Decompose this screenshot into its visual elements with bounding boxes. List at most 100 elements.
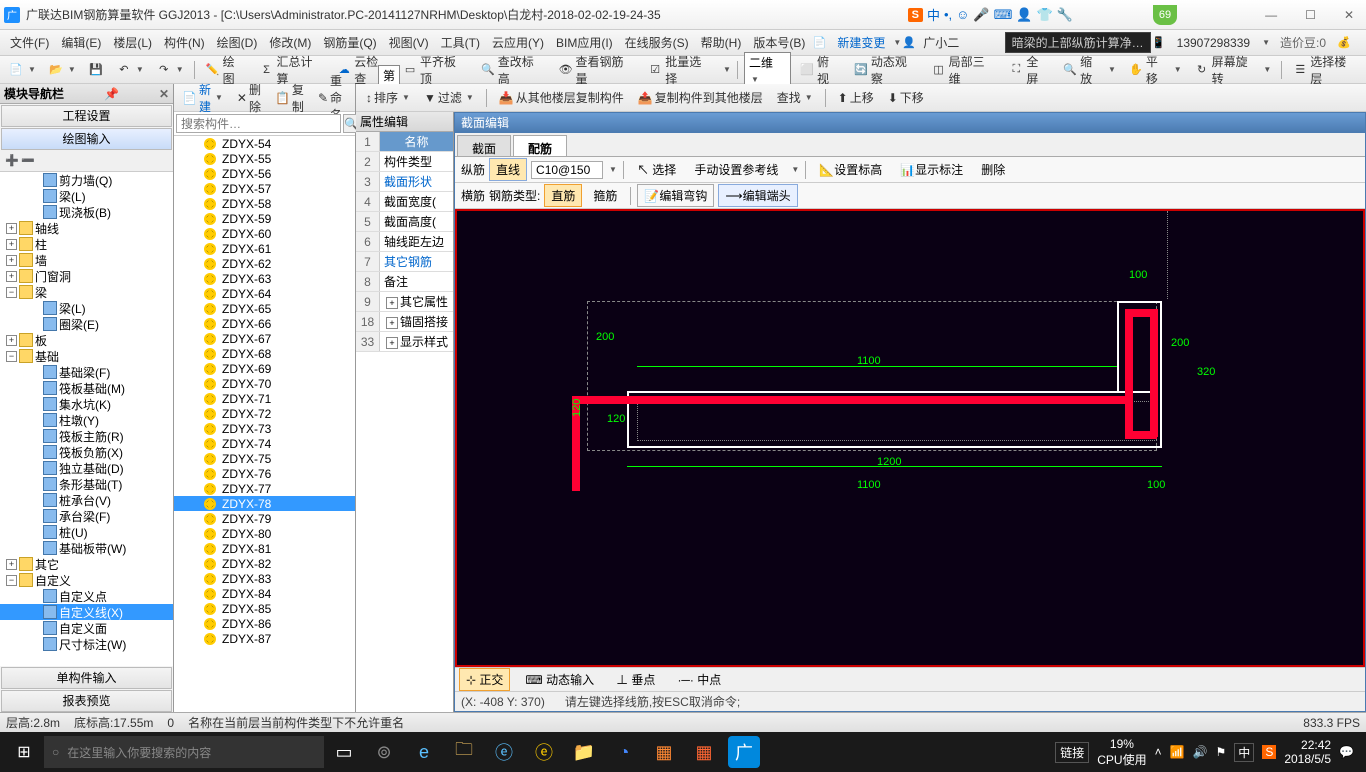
list-item[interactable]: ZDYX-60 [174,226,355,241]
tree-item[interactable]: +板 [0,332,173,348]
tree-item[interactable]: 自定义点 [0,588,173,604]
task-ie-icon[interactable]: ⓔ [484,732,524,772]
tree-item[interactable]: 剪力墙(Q) [0,172,173,188]
list-item[interactable]: ZDYX-64 [174,286,355,301]
task-app3-icon[interactable]: ▦ [644,732,684,772]
bean-icon[interactable]: 💰 [1336,35,1352,51]
straight-button[interactable]: 直筋 [544,184,582,207]
tree-item[interactable]: 条形基础(T) [0,476,173,492]
top-view-button[interactable]: ⬜俯视 [795,51,845,89]
sort-button[interactable]: ↕排序▼ [362,87,414,108]
filter-button[interactable]: ▼过滤▼ [420,87,478,108]
copy-from-floor-button[interactable]: 📥从其他楼层复制构件 [495,87,628,108]
list-item[interactable]: ZDYX-84 [174,586,355,601]
tree-item[interactable]: +轴线 [0,220,173,236]
list-item[interactable]: ZDYX-79 [174,511,355,526]
tree-item[interactable]: 筏板负筋(X) [0,444,173,460]
menu-floor[interactable]: 楼层(L) [107,31,158,54]
ime-punct-icon[interactable]: •, [944,7,952,22]
menu-file[interactable]: 文件(F) [4,31,55,54]
minimize-button[interactable]: — [1257,6,1285,24]
pin-icon[interactable]: 📌 [104,87,119,101]
list-item[interactable]: ZDYX-66 [174,316,355,331]
chevron-down-icon[interactable]: ▼ [791,165,799,174]
start-button[interactable]: ⊞ [4,732,44,772]
list-item[interactable]: ZDYX-80 [174,526,355,541]
nav-section-draw[interactable]: 绘图输入 [1,128,172,150]
list-item[interactable]: ZDYX-63 [174,271,355,286]
property-row[interactable]: 5截面高度( [356,212,453,232]
task-app2-icon[interactable]: ◔ [604,732,644,772]
property-row[interactable]: 6轴线距左边 [356,232,453,252]
ime-badge[interactable]: S [908,8,923,22]
list-item[interactable]: ZDYX-78 [174,496,355,511]
find-button[interactable]: 查找▼ [773,87,817,108]
select-button[interactable]: ↖ 选择 [630,158,683,181]
align-slab-button[interactable]: ▭平齐板顶 [398,51,472,89]
ime-mic-icon[interactable]: 🎤 [973,7,989,23]
tray-ime[interactable]: 中 [1234,743,1254,762]
new-file-button[interactable]: 📄▼ [4,60,40,80]
move-up-button[interactable]: ⬆上移 [834,87,878,108]
property-row[interactable]: 9+其它属性 [356,292,453,312]
tray-clock[interactable]: 22:42 2018/5/5 [1284,738,1331,767]
redo-button[interactable]: ↷▼ [152,60,188,80]
tree-item[interactable]: 基础梁(F) [0,364,173,380]
property-row[interactable]: 33+显示样式 [356,332,453,352]
nav-section-report[interactable]: 报表预览 [1,690,172,712]
orbit-button[interactable]: 🔄动态观察 [849,51,923,89]
ime-cn[interactable]: 中 [927,5,940,24]
cpu-widget[interactable]: 19% CPU使用 [1097,737,1146,768]
pan-button[interactable]: ✋平移▼ [1124,51,1186,89]
list-item[interactable]: ZDYX-57 [174,181,355,196]
show-dim-button[interactable]: 📊显示标注 [893,158,970,181]
rotate-button[interactable]: ↻屏幕旋转▼ [1190,51,1276,89]
manual-ref-button[interactable]: 手动设置参考线 [687,158,785,181]
zoom-button[interactable]: 🔍缩放▼ [1058,51,1120,89]
maximize-button[interactable]: ☐ [1297,6,1324,24]
taskbar-search[interactable]: ○ 在这里输入你要搜索的内容 [44,736,324,768]
undo-button[interactable]: ↶▼ [112,60,148,80]
list-item[interactable]: ZDYX-86 [174,616,355,631]
list-item[interactable]: ZDYX-71 [174,391,355,406]
edit-hook-button[interactable]: 📝编辑弯钩 [637,184,714,207]
task-ggj-icon[interactable]: 广 [728,736,760,768]
list-item[interactable]: ZDYX-83 [174,571,355,586]
tree-item[interactable]: 现浇板(B) [0,204,173,220]
list-item[interactable]: ZDYX-56 [174,166,355,181]
nav-line-icon[interactable]: ➖ [20,153,36,169]
list-item[interactable]: ZDYX-75 [174,451,355,466]
list-item[interactable]: ZDYX-55 [174,151,355,166]
tree-item[interactable]: 梁(L) [0,188,173,204]
check-elev-button[interactable]: 🔍查改标高 [476,51,550,89]
view-mode-combo[interactable]: 二维 ▼ [744,52,791,87]
tree-item[interactable]: 桩承台(V) [0,492,173,508]
section-canvas[interactable]: 1100 200 120 120 1200 1100 100 200 320 1… [455,209,1365,667]
list-item[interactable]: ZDYX-54 [174,136,355,151]
property-row[interactable]: 3截面形状 [356,172,453,192]
list-item[interactable]: ZDYX-85 [174,601,355,616]
nav-tree[interactable]: 剪力墙(Q)梁(L)现浇板(B)+轴线+柱+墙+门窗洞−梁梁(L)圈梁(E)+板… [0,172,173,666]
batch-select-button[interactable]: ☑批量选择 [643,51,717,89]
item-delete-button[interactable]: ✕删除 [233,79,265,117]
nav-section-single[interactable]: 单构件输入 [1,667,172,689]
tree-item[interactable]: 桩(U) [0,524,173,540]
list-item[interactable]: ZDYX-72 [174,406,355,421]
task-edge-icon[interactable]: e [404,732,444,772]
view-rebar-button[interactable]: 👁查看钢筋量 [554,51,640,89]
ime-user-icon[interactable]: 👤 [1016,7,1032,23]
set-height-button[interactable]: 📐设置标高 [812,158,889,181]
tray-notif-icon[interactable]: 💬 [1339,745,1354,759]
task-ie2-icon[interactable]: ⓔ [524,732,564,772]
select-floor-button[interactable]: ☰选择楼层 [1288,51,1362,89]
tree-item[interactable]: +门窗洞 [0,268,173,284]
tree-item[interactable]: 柱墩(Y) [0,412,173,428]
task-view-icon[interactable]: ▭ [324,732,364,772]
menu-edit[interactable]: 编辑(E) [55,31,107,54]
tree-item[interactable]: −梁 [0,284,173,300]
tray-vol-icon[interactable]: 🔊 [1193,745,1208,759]
green-badge[interactable]: 69 [1153,5,1177,25]
property-row[interactable]: 7其它钢筋 [356,252,453,272]
rebar-spec-input[interactable] [531,161,603,179]
list-item[interactable]: ZDYX-76 [174,466,355,481]
